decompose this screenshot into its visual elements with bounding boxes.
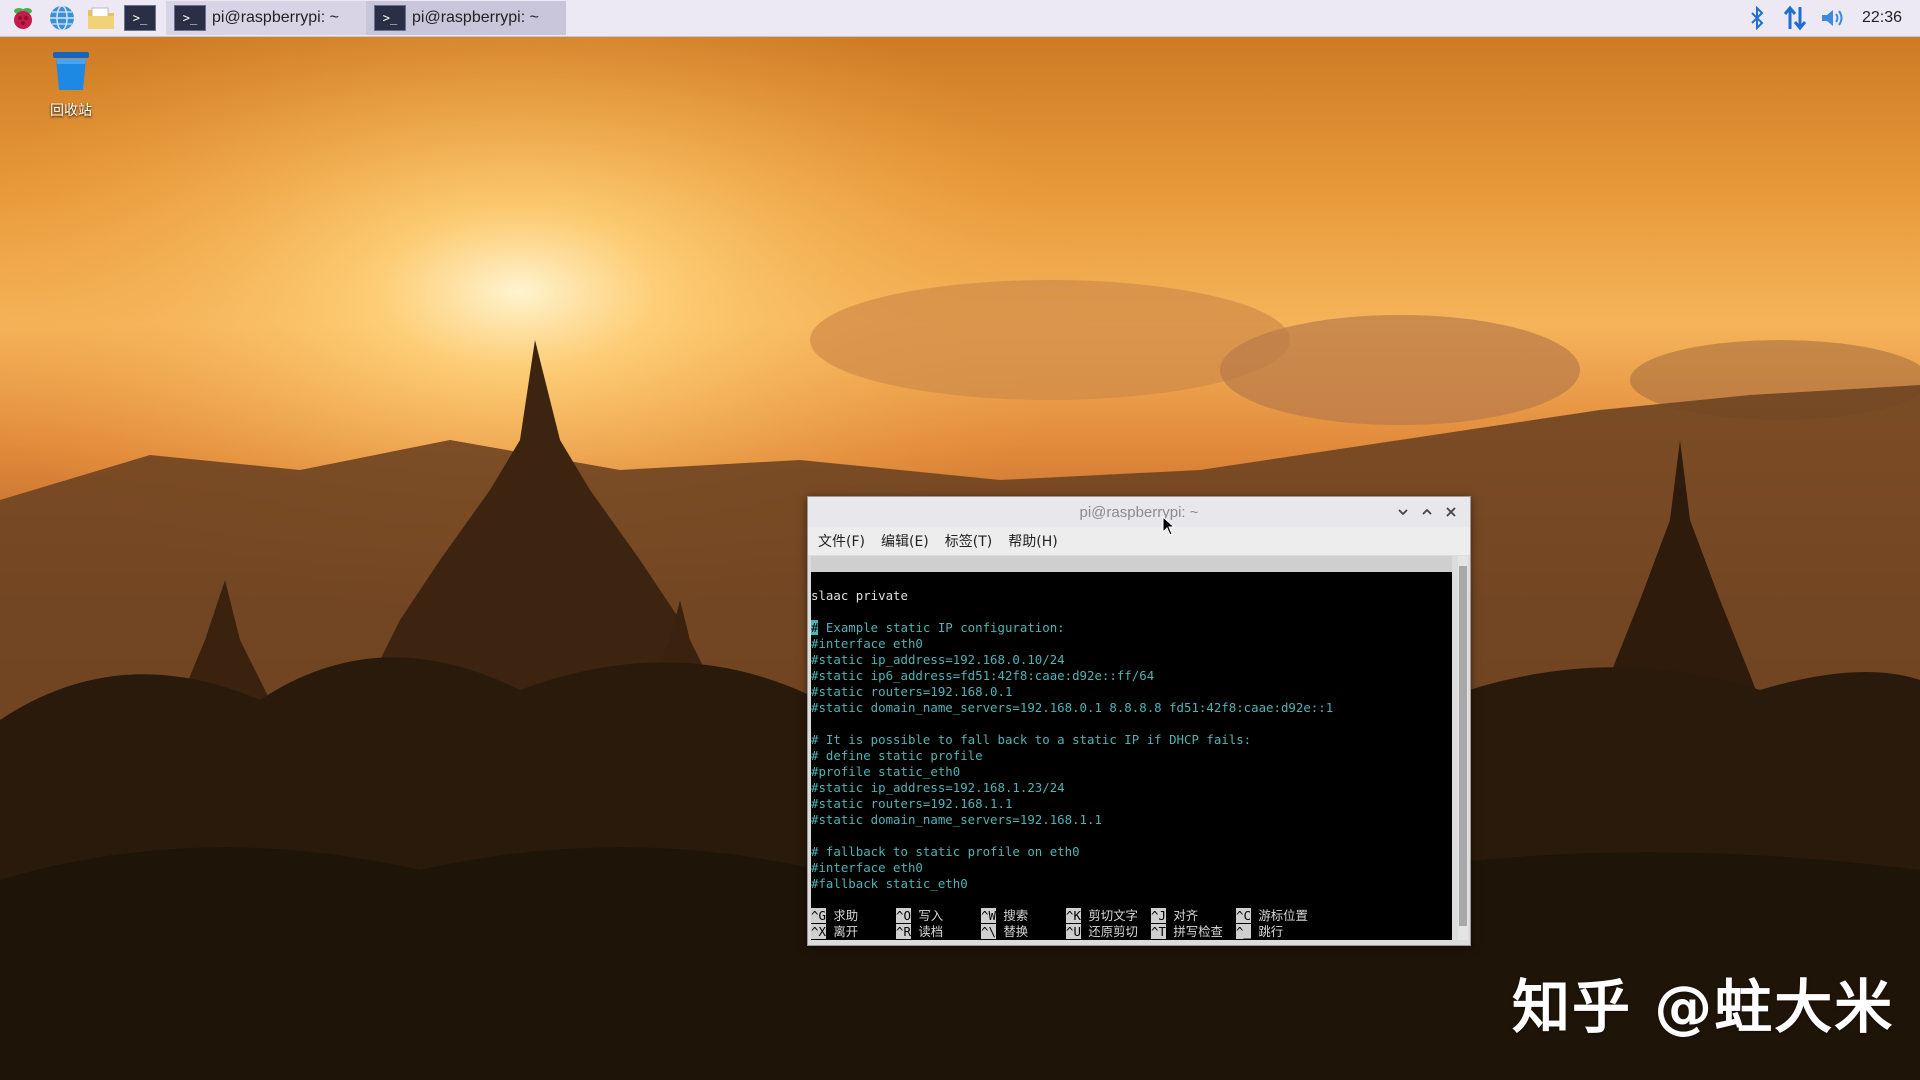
shortcut-label: 读档 xyxy=(910,924,944,939)
shortcut-label: 搜索 xyxy=(995,908,1029,923)
shortcut-item: ^\ 替换 xyxy=(981,924,1028,940)
nano-editor-body[interactable]: slaac private # Example static IP configu… xyxy=(811,572,1452,892)
shortcut-item: ^W 搜索 xyxy=(981,908,1028,924)
shortcut-key: ^U xyxy=(1066,924,1081,939)
editor-line: #static ip6_address=fd51:42f8:caae:d92e:… xyxy=(811,668,1155,683)
task-label: pi@raspberrypi: ~ xyxy=(412,9,539,26)
shortcut-row: ^G 求助 ^O 写入 ^W 搜索 ^K 剪切文字 ^J 对齐 ^C 游标位置 xyxy=(811,908,1452,924)
shortcut-key: ^T xyxy=(1151,924,1166,939)
minimize-button[interactable] xyxy=(1392,501,1414,523)
shortcut-label: 离开 xyxy=(825,924,859,939)
trash-icon xyxy=(53,52,89,90)
shortcut-label: 拼写检查 xyxy=(1165,924,1223,939)
editor-line: #interface eth0 xyxy=(811,636,923,651)
editor-line: #profile static_eth0 xyxy=(811,764,961,779)
editor-line: #static routers=192.168.0.1 xyxy=(811,684,1013,699)
terminal-area[interactable]: GNU nano 3.2 /etc/dhcpcd.conf slaac priv… xyxy=(811,556,1452,940)
taskbar: >_ >_ pi@raspberrypi: ~ >_ pi@raspberryp… xyxy=(0,0,1920,37)
terminal-icon[interactable]: >_ xyxy=(124,3,156,33)
shortcut-row: ^X 离开 ^R 读档 ^\ 替换 ^U 还原剪切 ^T 拼写检查 ^_ 跳行 xyxy=(811,924,1452,940)
shortcut-item: ^T 拼写检查 xyxy=(1151,924,1223,940)
window-titlebar[interactable]: pi@raspberrypi: ~ xyxy=(808,497,1470,527)
shortcut-key: ^O xyxy=(896,908,911,923)
shortcut-item: ^_ 跳行 xyxy=(1236,924,1283,940)
volume-icon[interactable] xyxy=(1818,3,1848,33)
shortcut-item: ^U 还原剪切 xyxy=(1066,924,1138,940)
editor-line: #static ip_address=192.168.0.10/24 xyxy=(811,652,1065,667)
bluetooth-icon[interactable] xyxy=(1742,3,1772,33)
shortcut-key: ^_ xyxy=(1236,924,1251,939)
editor-line: #fallback static_eth0 xyxy=(811,876,968,891)
menu-edit[interactable]: 编辑(E) xyxy=(881,531,929,551)
shortcut-label: 还原剪切 xyxy=(1080,924,1138,939)
nano-shortcuts: ^G 求助 ^O 写入 ^W 搜索 ^K 剪切文字 ^J 对齐 ^C 游标位置 ^X 离开… xyxy=(811,908,1452,940)
editor-line: #static ip_address=192.168.1.23/24 xyxy=(811,780,1065,795)
editor-line: # It is possible to fall back to a stati… xyxy=(811,732,1252,747)
shortcut-item: ^C 游标位置 xyxy=(1236,908,1308,924)
shortcut-item: ^G 求助 xyxy=(811,908,858,924)
shortcut-key: ^C xyxy=(1236,908,1251,923)
shortcut-item: ^R 读档 xyxy=(896,924,943,940)
shortcut-key: ^R xyxy=(896,924,911,939)
shortcut-key: ^X xyxy=(811,924,826,939)
menubar: 文件(F) 编辑(E) 标签(T) 帮助(H) xyxy=(808,527,1470,555)
editor-line: #interface eth0 xyxy=(811,860,923,875)
nano-header: GNU nano 3.2 /etc/dhcpcd.conf xyxy=(811,556,1452,603)
shortcut-label: 游标位置 xyxy=(1250,908,1308,923)
scrollbar-thumb[interactable] xyxy=(1459,566,1467,926)
terminal-icon: >_ xyxy=(374,5,406,31)
shortcut-item: ^O 写入 xyxy=(896,908,943,924)
maximize-button[interactable] xyxy=(1416,501,1438,523)
terminal-window: pi@raspberrypi: ~ 文件(F) 编辑(E) 标签(T) 帮助(H… xyxy=(807,496,1471,946)
editor-line: #static domain_name_servers=192.168.1.1 xyxy=(811,812,1102,827)
menu-file[interactable]: 文件(F) xyxy=(818,531,865,551)
web-browser-icon[interactable] xyxy=(46,3,78,33)
shortcut-item: ^J 对齐 xyxy=(1151,908,1198,924)
task-label: pi@raspberrypi: ~ xyxy=(212,9,339,26)
text-cursor: # xyxy=(811,620,819,635)
watermark: 知乎 @蛀大米 xyxy=(1512,973,1895,1041)
taskbar-task-terminal-1[interactable]: >_ pi@raspberrypi: ~ xyxy=(166,1,366,35)
shortcut-label: 对齐 xyxy=(1165,908,1199,923)
window-title: pi@raspberrypi: ~ xyxy=(1079,503,1199,521)
shortcut-label: 剪切文字 xyxy=(1080,908,1138,923)
shortcut-key: ^W xyxy=(981,908,996,923)
mouse-pointer-icon xyxy=(1162,516,1176,536)
taskbar-task-terminal-2[interactable]: >_ pi@raspberrypi: ~ xyxy=(366,1,566,35)
shortcut-label: 替换 xyxy=(995,924,1029,939)
editor-line: # define static profile xyxy=(811,748,983,763)
shortcut-label: 跳行 xyxy=(1250,924,1284,939)
shortcut-key: ^J xyxy=(1151,908,1166,923)
shortcut-label: 写入 xyxy=(910,908,944,923)
network-icon[interactable] xyxy=(1780,3,1810,33)
desktop-trash[interactable]: 回收站 xyxy=(36,48,106,120)
window-controls xyxy=(1390,501,1462,523)
system-tray: 22:36 xyxy=(1734,0,1920,36)
clock[interactable]: 22:36 xyxy=(1862,9,1902,27)
nano-version: GNU nano 3.2 xyxy=(827,572,917,587)
nano-filename: /etc/dhcpcd.conf xyxy=(1092,588,1212,603)
raspberry-menu-icon[interactable] xyxy=(7,3,39,33)
editor-line: # fallback to static profile on eth0 xyxy=(811,844,1080,859)
trash-label: 回收站 xyxy=(50,103,92,119)
scrollbar[interactable] xyxy=(1458,556,1468,940)
shortcut-label: 求助 xyxy=(825,908,859,923)
shortcut-item: ^K 剪切文字 xyxy=(1066,908,1138,924)
menu-tabs[interactable]: 标签(T) xyxy=(945,531,992,551)
shortcut-item: ^X 离开 xyxy=(811,924,858,940)
shortcut-key: ^K xyxy=(1066,908,1081,923)
file-manager-icon[interactable] xyxy=(85,3,117,33)
shortcut-key: ^G xyxy=(811,908,826,923)
menu-help[interactable]: 帮助(H) xyxy=(1008,531,1057,551)
shortcut-key: ^\ xyxy=(981,924,996,939)
editor-line: #static routers=192.168.1.1 xyxy=(811,796,1013,811)
editor-line: #static domain_name_servers=192.168.0.1 … xyxy=(811,700,1334,715)
close-button[interactable] xyxy=(1440,501,1462,523)
editor-line: # Example static IP configuration: xyxy=(811,620,1065,635)
terminal-icon: >_ xyxy=(174,5,206,31)
